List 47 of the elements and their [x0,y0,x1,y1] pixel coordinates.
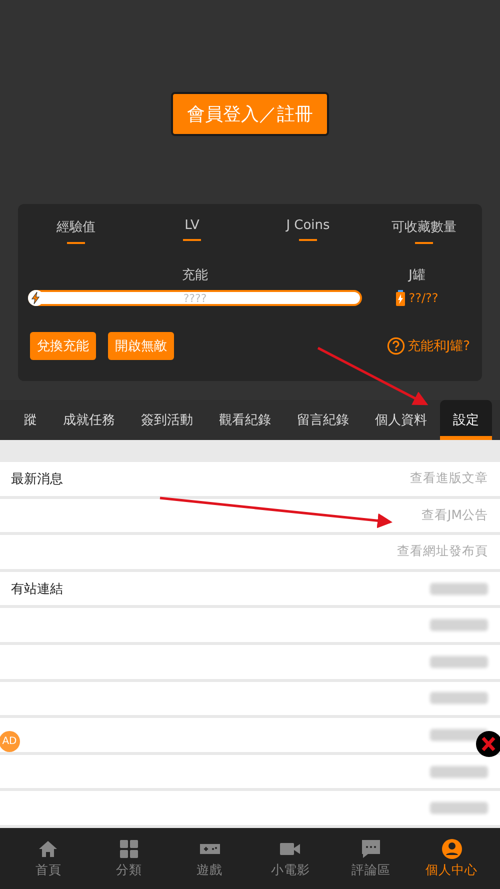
blurred-text [430,582,488,595]
row-label: 有站連結 [11,580,63,598]
stat-label: J Coins [286,218,330,233]
row-link[interactable]: 查看網址發布頁 [397,543,488,560]
nav-item[interactable]: 小電影 [250,838,331,879]
blurred-text [430,692,488,704]
row-label: 最新消息 [11,470,63,488]
row-link[interactable]: 查看JM公告 [422,506,488,524]
tab[interactable]: 設定 [440,400,492,440]
row-link[interactable]: 查看進版文章 [410,470,488,488]
stat-label: LV [184,218,200,233]
stat-value-dash [183,239,201,241]
battery-jar-icon [396,290,405,306]
tab[interactable]: 簽到活動 [128,400,206,440]
tab[interactable]: 蹤 [11,400,50,440]
tab[interactable]: 個人資料 [362,400,440,440]
user-icon [440,838,463,860]
blurred-text [430,802,488,814]
help-icon [387,337,406,355]
nav-item[interactable]: 分類 [88,838,170,879]
stat-value-dash [67,242,85,244]
action-button[interactable]: 兌換充能 [30,332,96,360]
nav-item[interactable]: 個人中心 [411,838,492,879]
stat-label: 可收藏數量 [392,219,456,236]
chat-icon [360,838,382,860]
jar-label: J罐 [408,267,426,284]
help-link[interactable]: 充能和J罐? [407,337,470,355]
login-button[interactable]: 會員登入／註冊 [171,92,329,136]
blurred-text [430,656,488,668]
nav-item[interactable]: 評論區 [330,838,412,879]
tab[interactable]: 觀看紀錄 [206,400,284,440]
tab[interactable]: 成就任務 [50,400,128,440]
blurred-text [430,766,488,778]
blurred-text [430,619,488,632]
charge-reading: ???? [183,292,207,304]
charge-label: 充能 [182,267,208,284]
jar-reading: ??/?? [408,291,438,305]
stat-label: 經驗值 [56,219,96,236]
close-icon[interactable] [476,731,500,757]
stat-value-dash [415,242,433,244]
nav-item[interactable]: 首頁 [8,838,89,879]
grid-icon [118,838,140,860]
nav-item[interactable]: 遊戲 [169,838,250,879]
home-icon [37,838,60,860]
tab[interactable]: 留言紀錄 [284,400,362,440]
stat-value-dash [299,239,317,241]
action-button[interactable]: 開啟無敵 [108,332,174,360]
